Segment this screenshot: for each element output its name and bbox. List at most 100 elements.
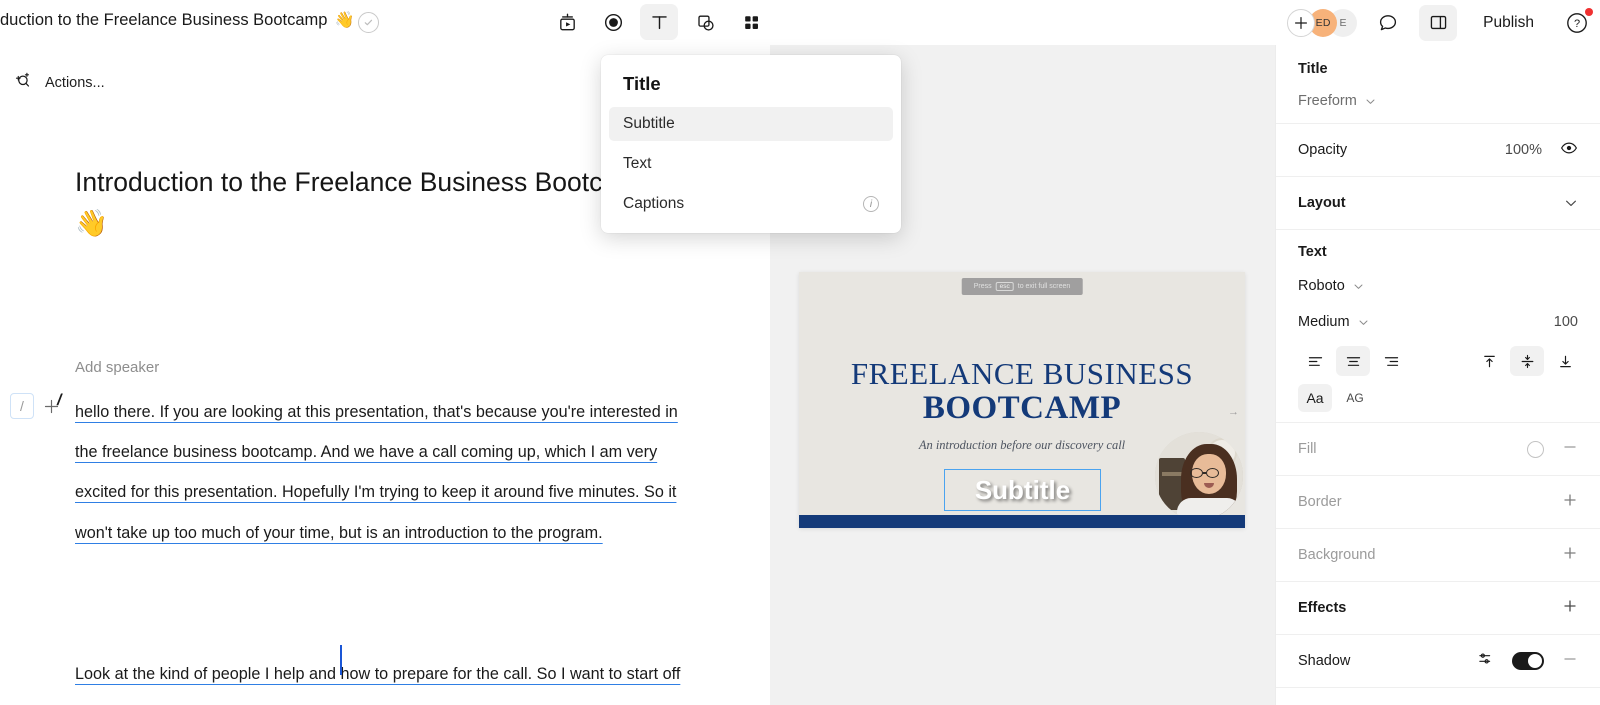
webcam-video — [1155, 432, 1243, 520]
menu-item-text[interactable]: Text — [609, 147, 893, 181]
fill-label: Fill — [1298, 441, 1317, 457]
script-title[interactable]: Introduction to the Freelance Business B… — [75, 162, 675, 244]
add-effect-button[interactable] — [1562, 598, 1578, 619]
panel-layout-section: Layout — [1276, 177, 1600, 230]
menu-item-captions[interactable]: Captions i — [609, 187, 893, 221]
effects-label: Effects — [1298, 600, 1347, 616]
text-cursor — [340, 645, 342, 675]
add-border-button[interactable] — [1562, 492, 1578, 513]
panel-title-heading: Title — [1298, 61, 1328, 77]
slide-accent-bar — [799, 515, 1245, 528]
esc-banner-suffix: to exit full screen — [1017, 283, 1071, 290]
actions-button[interactable]: Actions... — [14, 71, 105, 95]
properties-panel: Title Freeform Opacity 100% Layout Text … — [1275, 45, 1600, 705]
paragraph-gutter: / — [10, 393, 60, 419]
case-sentence-button[interactable]: Aa — [1298, 384, 1332, 412]
actions-label: Actions... — [45, 75, 105, 91]
document-title-text: duction to the Freelance Business Bootca… — [0, 10, 328, 29]
text-case-controls: Aa AG — [1298, 384, 1578, 412]
alignment-controls — [1298, 346, 1578, 376]
menu-item-label: Captions — [623, 195, 685, 212]
help-button[interactable]: ? — [1564, 7, 1593, 36]
script-paragraph-text: Look at the kind of people I help and ho… — [75, 665, 681, 683]
layout-row[interactable]: Layout — [1276, 177, 1600, 229]
add-background-button[interactable] — [1562, 545, 1578, 566]
effects-row[interactable]: Effects — [1276, 582, 1600, 634]
svg-text:?: ? — [1574, 18, 1580, 30]
font-size-value[interactable]: 100 — [1554, 314, 1578, 330]
chevron-down-icon — [1366, 99, 1375, 104]
panel-title-section: Title Freeform — [1276, 45, 1600, 124]
add-speaker-button[interactable]: Add speaker — [75, 359, 159, 376]
info-icon[interactable]: i — [863, 196, 879, 212]
border-row[interactable]: Border — [1276, 476, 1600, 528]
align-middle-button[interactable] — [1510, 346, 1544, 376]
font-weight-row: Medium 100 — [1298, 314, 1578, 330]
background-row[interactable]: Background — [1276, 529, 1600, 581]
media-tool-button[interactable] — [548, 4, 586, 40]
script-paragraph[interactable]: Look at the kind of people I help and ho… — [75, 654, 685, 705]
align-left-button[interactable] — [1298, 346, 1332, 376]
record-tool-button[interactable] — [594, 4, 632, 40]
webcam-glasses-right — [1206, 468, 1219, 478]
webcam-bubble[interactable] — [1155, 432, 1243, 520]
chevron-down-icon — [1354, 284, 1363, 289]
top-bar: duction to the Freelance Business Bootca… — [0, 0, 1600, 45]
add-button[interactable] — [1287, 8, 1316, 37]
align-bottom-button[interactable] — [1548, 346, 1582, 376]
comment-bubble-icon[interactable] — [1369, 5, 1407, 41]
background-label: Background — [1298, 547, 1376, 563]
shapes-tool-button[interactable] — [686, 4, 724, 40]
script-paragraph[interactable]: / hello there. If you are looking at thi… — [57, 392, 685, 553]
menu-item-label: Text — [623, 155, 652, 172]
remove-shadow-button[interactable] — [1562, 651, 1578, 672]
webcam-glasses-bridge — [1203, 472, 1206, 474]
collaborator-avatars: ED E — [1309, 8, 1358, 37]
font-family-row: Roboto — [1298, 278, 1578, 294]
opacity-row[interactable]: Opacity 100% — [1276, 124, 1600, 176]
panel-shadow-section: Shadow — [1276, 635, 1600, 688]
next-slide-arrow-icon[interactable]: → — [1228, 406, 1239, 418]
panel-effects-section: Effects — [1276, 582, 1600, 635]
eye-icon[interactable] — [1560, 139, 1578, 162]
panel-border-section: Border — [1276, 476, 1600, 529]
opacity-value[interactable]: 100% — [1505, 142, 1542, 158]
notification-dot — [1585, 7, 1593, 16]
esc-banner-prefix: Press — [973, 283, 992, 290]
text-tool-button[interactable] — [640, 4, 678, 40]
text-type-menu: Title Subtitle Text Captions i — [601, 55, 901, 233]
align-top-button[interactable] — [1472, 346, 1506, 376]
publish-button[interactable]: Publish — [1479, 8, 1538, 38]
shadow-row[interactable]: Shadow — [1276, 635, 1600, 687]
border-label: Border — [1298, 494, 1342, 510]
subtitle-text: Subtitle — [974, 474, 1071, 505]
align-center-button[interactable] — [1336, 346, 1370, 376]
esc-key-badge: esc — [995, 282, 1014, 291]
side-panel-icon[interactable] — [1419, 4, 1458, 41]
sliders-icon[interactable] — [1477, 650, 1494, 672]
case-uppercase-button[interactable]: AG — [1338, 384, 1372, 412]
menu-heading[interactable]: Title — [609, 67, 893, 107]
script-paragraph-text: hello there. If you are looking at this … — [75, 403, 678, 542]
opacity-label: Opacity — [1298, 142, 1348, 158]
font-family-dropdown[interactable]: Roboto — [1298, 278, 1364, 294]
document-title[interactable]: duction to the Freelance Business Bootca… — [0, 10, 354, 30]
check-circle-icon — [358, 12, 379, 33]
exit-fullscreen-banner: Press esc to exit full screen — [961, 278, 1083, 295]
paragraph-marker: / — [57, 392, 62, 409]
fill-color-swatch[interactable] — [1527, 440, 1544, 458]
shadow-label: Shadow — [1298, 653, 1351, 669]
grid-tool-button[interactable] — [732, 4, 770, 40]
slash-command-button[interactable]: / — [10, 393, 34, 419]
remove-fill-button[interactable] — [1562, 439, 1578, 460]
slide-preview[interactable]: Press esc to exit full screen FREELANCE … — [799, 272, 1245, 528]
font-weight-dropdown[interactable]: Medium — [1298, 314, 1369, 330]
menu-item-subtitle[interactable]: Subtitle — [609, 107, 893, 141]
subtitle-textbox[interactable]: Subtitle — [944, 469, 1101, 511]
layout-label: Layout — [1298, 195, 1346, 211]
fill-row[interactable]: Fill — [1276, 423, 1600, 475]
align-right-button[interactable] — [1374, 346, 1408, 376]
layout-mode-dropdown[interactable]: Freeform — [1298, 93, 1578, 109]
shadow-toggle[interactable] — [1512, 652, 1544, 670]
chevron-down-icon[interactable] — [1564, 196, 1578, 210]
